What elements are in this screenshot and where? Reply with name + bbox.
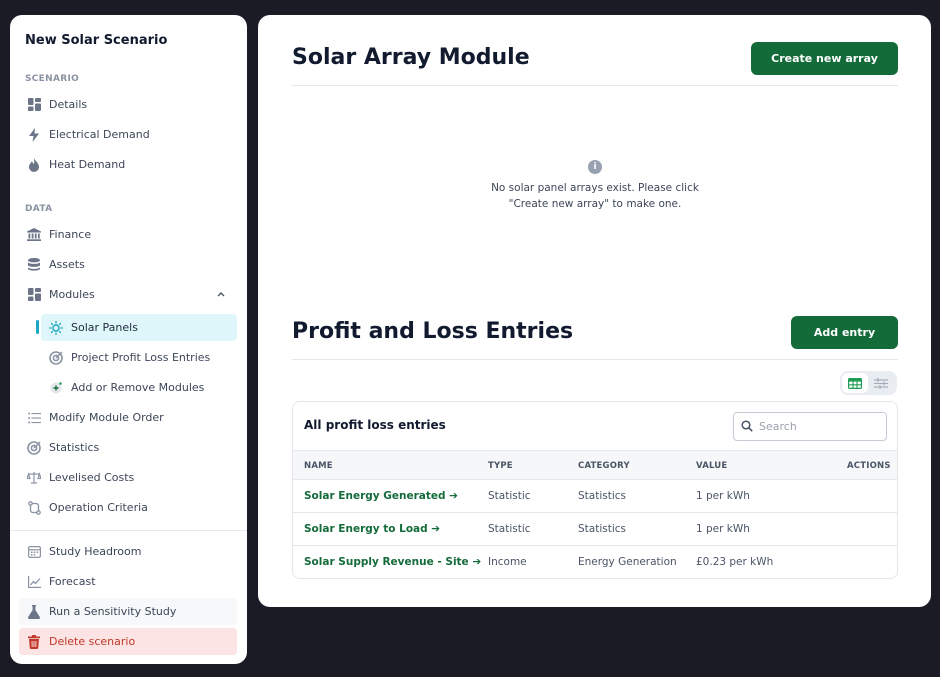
chevron-up-icon[interactable] <box>217 290 225 300</box>
sidebar-item-label: Levelised Costs <box>49 471 135 484</box>
sidebar-item-label: Details <box>49 98 88 111</box>
column-header-actions: ACTIONS <box>847 461 891 471</box>
search-input[interactable] <box>759 420 879 433</box>
main-panel: Solar Array Module Create new array i No… <box>258 15 931 607</box>
delete-scenario-button[interactable]: Delete scenario <box>19 628 237 655</box>
sidebar-item-add-remove-modules[interactable]: Add or Remove Modules <box>41 374 237 401</box>
table-row: Solar Supply Revenue - Site ➔ Income Ene… <box>293 546 897 578</box>
sidebar-item-label: Electrical Demand <box>49 128 150 141</box>
table-row: Solar Energy Generated ➔ Statistic Stati… <box>293 480 897 513</box>
target-icon <box>49 350 63 365</box>
column-header-type[interactable]: TYPE <box>488 461 513 471</box>
column-header-name[interactable]: NAME <box>304 461 333 471</box>
sidebar-item-label: Study Headroom <box>49 545 142 558</box>
add-entry-button[interactable]: Add entry <box>791 316 898 349</box>
search-field[interactable] <box>733 412 887 441</box>
scenario-title: New Solar Scenario <box>25 33 168 48</box>
sidebar-item-label: Assets <box>49 258 85 271</box>
add-circle-icon <box>49 381 63 395</box>
table-view-icon[interactable] <box>842 373 868 393</box>
entry-type: Income <box>488 556 527 568</box>
sidebar-item-modules[interactable]: Modules <box>19 281 237 308</box>
sidebar-item-label: Solar Panels <box>71 321 138 334</box>
sidebar-item-assets[interactable]: Assets <box>19 251 237 278</box>
entry-type: Statistic <box>488 490 531 502</box>
sidebar-item-label: Statistics <box>49 441 100 454</box>
sidebar-item-label: Modify Module Order <box>49 411 164 424</box>
sidebar-item-forecast[interactable]: Forecast <box>19 568 237 595</box>
flow-icon <box>27 500 41 515</box>
trend-icon <box>27 575 41 589</box>
table-row: Solar Energy to Load ➔ Statistic Statist… <box>293 513 897 546</box>
sidebar-item-label: Run a Sensitivity Study <box>49 605 177 618</box>
sidebar-item-label: Project Profit Loss Entries <box>71 351 211 364</box>
sidebar-item-label: Heat Demand <box>49 158 126 171</box>
scale-icon <box>27 471 41 485</box>
entry-value: 1 per kWh <box>696 523 750 535</box>
empty-state-line-2: "Create new array" to make one. <box>508 198 682 210</box>
target-icon <box>27 440 41 455</box>
sidebar-item-project-pl-entries[interactable]: Project Profit Loss Entries <box>41 344 237 371</box>
sidebar-item-label: Forecast <box>49 575 96 588</box>
sidebar-item-label: Finance <box>49 228 92 241</box>
dashboard-icon <box>27 98 41 112</box>
lightning-icon <box>27 127 41 142</box>
profit-loss-table: All profit loss entries NAME TYPE CATEGO… <box>292 401 898 579</box>
sun-icon <box>49 320 63 335</box>
entry-value: £0.23 per kWh <box>696 556 774 568</box>
trash-icon <box>27 634 41 649</box>
sidebar: New Solar Scenario SCENARIO Details Elec… <box>10 15 247 664</box>
search-icon <box>741 417 753 436</box>
sidebar-item-study-headroom[interactable]: Study Headroom <box>19 538 237 565</box>
entry-category: Energy Generation <box>578 556 677 568</box>
sidebar-item-sensitivity-study[interactable]: Run a Sensitivity Study <box>19 598 237 625</box>
entry-category: Statistics <box>578 523 626 535</box>
table-title: All profit loss entries <box>304 418 446 432</box>
view-toggle <box>840 371 897 395</box>
sidebar-item-label: Delete scenario <box>49 635 136 648</box>
sidebar-item-operation-criteria[interactable]: Operation Criteria <box>19 494 237 521</box>
profit-loss-title: Profit and Loss Entries <box>292 319 574 344</box>
sidebar-item-label: Add or Remove Modules <box>71 381 205 394</box>
table-header: NAME TYPE CATEGORY VALUE ACTIONS <box>293 450 897 480</box>
empty-state: i No solar panel arrays exist. Please cl… <box>292 158 898 212</box>
info-icon: i <box>588 160 602 174</box>
active-indicator <box>36 320 39 334</box>
flame-icon <box>27 157 41 172</box>
entry-name-link[interactable]: Solar Energy to Load ➔ <box>304 523 440 535</box>
calendar-icon <box>27 545 41 559</box>
sidebar-item-finance[interactable]: Finance <box>19 221 237 248</box>
section-divider <box>292 85 898 86</box>
sidebar-divider <box>10 530 247 531</box>
section-scenario-label: SCENARIO <box>25 74 80 84</box>
entry-category: Statistics <box>578 490 626 502</box>
sidebar-item-statistics[interactable]: Statistics <box>19 434 237 461</box>
database-icon <box>27 258 41 272</box>
entry-name-link[interactable]: Solar Supply Revenue - Site ➔ <box>304 556 481 568</box>
entry-type: Statistic <box>488 523 531 535</box>
flask-icon <box>27 604 41 619</box>
sidebar-item-details[interactable]: Details <box>19 91 237 118</box>
list-order-icon <box>27 411 41 425</box>
empty-state-line-1: No solar panel arrays exist. Please clic… <box>491 182 699 194</box>
sidebar-item-label: Operation Criteria <box>49 501 148 514</box>
sidebar-item-levelised-costs[interactable]: Levelised Costs <box>19 464 237 491</box>
section-data-label: DATA <box>25 204 53 214</box>
section-divider <box>292 359 898 360</box>
entry-name-link[interactable]: Solar Energy Generated ➔ <box>304 490 458 502</box>
sidebar-item-electrical-demand[interactable]: Electrical Demand <box>19 121 237 148</box>
sidebar-item-heat-demand[interactable]: Heat Demand <box>19 151 237 178</box>
bank-icon <box>27 228 41 242</box>
column-header-category[interactable]: CATEGORY <box>578 461 630 471</box>
sidebar-item-modify-module-order[interactable]: Modify Module Order <box>19 404 237 431</box>
create-new-array-button[interactable]: Create new array <box>751 42 898 75</box>
modules-icon <box>27 288 41 302</box>
column-header-value[interactable]: VALUE <box>696 461 727 471</box>
solar-array-title: Solar Array Module <box>292 45 530 70</box>
sidebar-item-label: Modules <box>49 288 95 301</box>
sliders-icon[interactable] <box>868 373 894 393</box>
sidebar-item-solar-panels[interactable]: Solar Panels <box>41 314 237 341</box>
entry-value: 1 per kWh <box>696 490 750 502</box>
